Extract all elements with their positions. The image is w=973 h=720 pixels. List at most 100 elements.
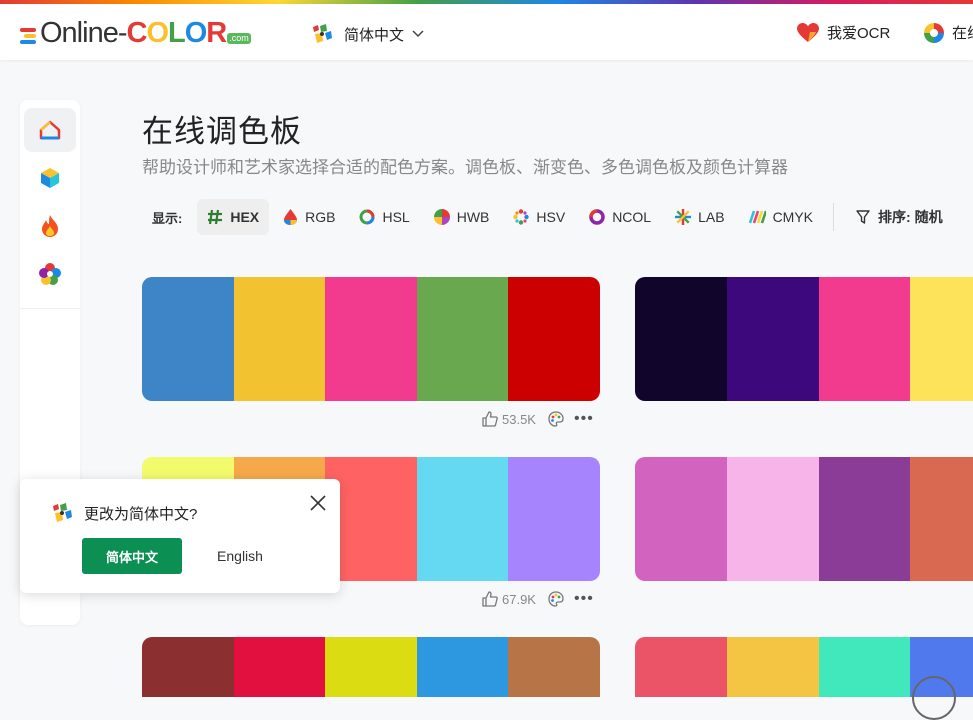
logo-mark-icon (20, 22, 38, 48)
color-swatch[interactable] (416, 637, 509, 697)
hsv-sun-icon (513, 209, 530, 225)
popup-question-row: 更改为简体中文? (50, 501, 197, 525)
format-cmyk-button[interactable]: CMYK (739, 199, 823, 235)
palette-meta: 53.5K ••• (482, 410, 594, 428)
format-ncol-label: NCOL (612, 209, 652, 225)
cube-icon (41, 168, 59, 188)
thumbs-up-icon[interactable] (482, 411, 498, 427)
logo-letter: C (126, 17, 148, 49)
format-hsl-button[interactable]: HSL (349, 199, 419, 235)
ocr-link[interactable]: 我爱OCR (797, 22, 890, 43)
popup-question: 更改为简体中文? (84, 505, 198, 523)
language-label: 简体中文 (344, 26, 405, 44)
color-swatch[interactable] (635, 637, 727, 697)
hash-icon (207, 209, 223, 225)
palette-card[interactable] (635, 277, 973, 401)
keep-english-button[interactable]: English (200, 538, 280, 574)
color-swatch[interactable] (142, 637, 234, 697)
sidebar-divider (20, 308, 80, 309)
logo-letter: O (146, 17, 169, 49)
color-swatch[interactable] (726, 637, 819, 697)
color-swatch[interactable] (910, 457, 973, 581)
switch-language-button[interactable]: 简体中文 (82, 538, 182, 574)
palette-icon[interactable] (548, 411, 564, 427)
color-swatch[interactable] (818, 457, 911, 581)
format-filter-bar: 显示: HEX RGB HSL HWB HSV NCOL LAB CMYK 排序… (142, 199, 943, 235)
format-cmyk-label: CMYK (772, 209, 814, 225)
hwb-wheel-icon (433, 209, 450, 225)
thumbs-up-icon[interactable] (482, 591, 498, 607)
online-tools-link[interactable]: 在线 (924, 22, 973, 43)
format-hsv-button[interactable]: HSV (503, 199, 575, 235)
fire-icon (42, 215, 58, 237)
language-switcher[interactable]: 简体中文 (310, 22, 424, 46)
home-icon (39, 120, 61, 140)
color-swatch[interactable] (910, 277, 973, 401)
logo-suffix: .com (227, 33, 251, 44)
language-globe-icon (53, 503, 72, 522)
color-wheel-icon (924, 22, 944, 43)
color-swatch[interactable] (325, 277, 417, 401)
logo-color-word: COLOR (126, 17, 228, 49)
language-globe-icon (313, 24, 332, 43)
sidebar-item-trending[interactable] (24, 204, 76, 248)
format-hsl-label: HSL (382, 209, 410, 225)
color-swatch[interactable] (416, 277, 509, 401)
more-options-icon[interactable]: ••• (574, 410, 594, 428)
sort-label: 排序: 随机 (878, 209, 943, 225)
format-rgb-button[interactable]: RGB (273, 199, 345, 235)
color-swatch[interactable] (635, 457, 727, 581)
site-logo[interactable]: Online- COLOR .com (20, 18, 251, 48)
like-count: 53.5K (502, 411, 536, 427)
ocr-link-label: 我爱OCR (827, 25, 891, 42)
format-hex-button[interactable]: HEX (197, 199, 270, 235)
floating-badge-icon[interactable] (912, 676, 956, 720)
color-swatch[interactable] (325, 637, 417, 697)
palette-flower-icon (39, 263, 61, 285)
logo-text: Online- (40, 17, 127, 49)
page-title: 在线调色板 (142, 114, 302, 149)
color-swatch[interactable] (233, 637, 326, 697)
more-options-icon[interactable]: ••• (574, 590, 594, 608)
online-tools-label: 在线 (952, 25, 973, 42)
color-swatch[interactable] (233, 277, 326, 401)
logo-letter: R (206, 17, 227, 49)
palette-card[interactable] (142, 637, 600, 697)
rgb-drop-icon (283, 209, 298, 225)
color-swatch[interactable] (726, 277, 819, 401)
palette-card[interactable] (635, 457, 973, 581)
color-swatch[interactable] (635, 277, 727, 401)
color-swatch[interactable] (416, 457, 509, 581)
format-rgb-label: RGB (305, 209, 336, 225)
ncol-ring-icon (589, 209, 605, 225)
color-swatch[interactable] (508, 457, 600, 581)
format-lab-button[interactable]: LAB (665, 199, 734, 235)
color-swatch[interactable] (818, 637, 911, 697)
format-hsv-label: HSV (536, 209, 566, 225)
palette-meta: 67.9K ••• (482, 590, 594, 608)
like-count: 67.9K (502, 591, 536, 607)
palette-icon[interactable] (548, 591, 564, 607)
page-subtitle: 帮助设计师和艺术家选择合适的配色方案。调色板、渐变色、多色调色板及颜色计算器 (142, 158, 788, 177)
sidebar-item-palettes[interactable] (24, 252, 76, 296)
color-swatch[interactable] (726, 457, 819, 581)
format-hwb-button[interactable]: HWB (424, 199, 500, 235)
format-hwb-label: HWB (456, 209, 490, 225)
sidebar-item-home[interactable] (24, 108, 76, 152)
filter-divider (833, 203, 835, 231)
color-swatch[interactable] (508, 637, 600, 697)
color-swatch[interactable] (508, 277, 600, 401)
close-icon[interactable] (308, 493, 328, 513)
format-lab-label: LAB (698, 209, 725, 225)
language-suggestion-popup: 更改为简体中文? 简体中文 English (20, 479, 340, 593)
color-swatch[interactable] (142, 277, 234, 401)
color-swatch[interactable] (818, 277, 911, 401)
format-ncol-button[interactable]: NCOL (579, 199, 661, 235)
palette-card[interactable] (142, 277, 600, 401)
sidebar-item-cube[interactable] (24, 156, 76, 200)
chevron-down-icon (412, 27, 424, 41)
top-header: Online- COLOR .com 简体中文 我爱OCR 在 (0, 4, 973, 60)
hsl-ring-icon (359, 209, 375, 225)
lab-star-icon (675, 209, 692, 225)
sort-button[interactable]: 排序: 随机 (856, 207, 943, 227)
